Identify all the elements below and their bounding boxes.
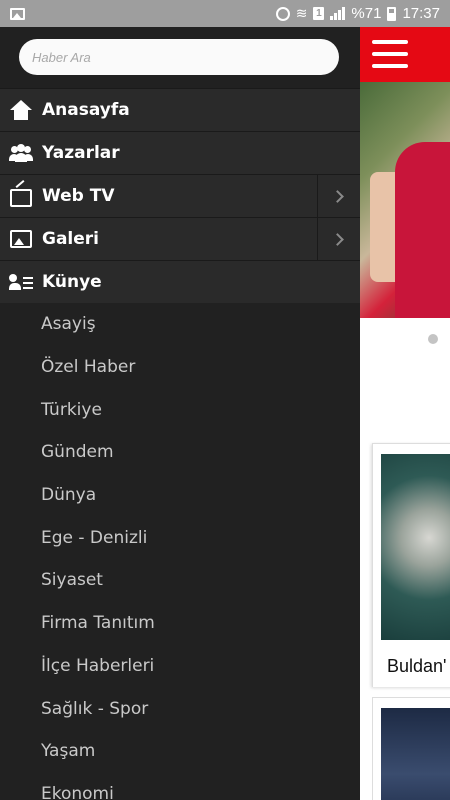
category-item-dunya[interactable]: Dünya [0, 474, 360, 517]
signal-icon [330, 7, 346, 20]
battery-icon [387, 6, 397, 21]
category-item-ozel-haber[interactable]: Özel Haber [0, 346, 360, 389]
search-input[interactable] [19, 39, 339, 75]
gallery-icon [10, 230, 32, 248]
tv-icon [10, 189, 32, 207]
expand-galeri-button[interactable] [317, 218, 360, 260]
hamburger-menu-icon[interactable] [372, 40, 408, 68]
app-header [360, 27, 450, 82]
headline-slider-image[interactable] [360, 82, 450, 318]
news-card-image [381, 454, 450, 640]
menu-item-web-tv[interactable]: Web TV [0, 174, 360, 217]
expand-web-tv-button[interactable] [317, 175, 360, 217]
contact-card-icon [9, 273, 33, 291]
battery-percent: %71 [351, 5, 382, 22]
image-notification-icon [10, 7, 25, 20]
category-item-gundem[interactable]: Gündem [0, 431, 360, 474]
users-icon [9, 144, 33, 162]
menu-item-kunye[interactable]: Künye [0, 260, 360, 303]
home-icon [10, 100, 32, 120]
menu-item-galeri[interactable]: Galeri [0, 217, 360, 260]
category-item-asayis[interactable]: Asayiş [0, 303, 360, 346]
alarm-icon [275, 6, 290, 21]
menu-item-yazarlar[interactable]: Yazarlar [0, 131, 360, 174]
menu-item-label: Anasayfa [42, 100, 130, 120]
navigation-drawer: Anasayfa Yazarlar Web TV Galeri Künye As… [0, 27, 360, 800]
category-item-turkiye[interactable]: Türkiye [0, 388, 360, 431]
category-item-ege-denizli[interactable]: Ege - Denizli [0, 516, 360, 559]
category-item-saglik-spor[interactable]: Sağlık - Spor [0, 687, 360, 730]
main-content: Buldan' [360, 27, 450, 800]
search-bar [0, 27, 360, 88]
menu-item-label: Web TV [42, 186, 115, 206]
category-item-ekonomi[interactable]: Ekonomi [0, 773, 360, 800]
clock: 17:37 [402, 5, 440, 22]
menu-item-label: Künye [42, 272, 102, 292]
status-bar: ≋ 1 %71 17:37 [0, 0, 450, 27]
category-item-yasam[interactable]: Yaşam [0, 730, 360, 773]
category-item-firma-tanitim[interactable]: Firma Tanıtım [0, 602, 360, 645]
category-item-ilce-haberleri[interactable]: İlçe Haberleri [0, 645, 360, 688]
sim-icon: 1 [313, 7, 325, 20]
category-item-siyaset[interactable]: Siyaset [0, 559, 360, 602]
chevron-right-icon [330, 232, 344, 246]
menu-item-label: Yazarlar [42, 143, 120, 163]
wifi-icon: ≋ [295, 5, 308, 21]
news-card[interactable] [372, 697, 450, 800]
news-card-title: Buldan' [387, 656, 447, 676]
news-card[interactable]: Buldan' [372, 443, 450, 687]
menu-item-label: Galeri [42, 229, 99, 249]
menu-item-anasayfa[interactable]: Anasayfa [0, 88, 360, 131]
news-card-image [381, 708, 450, 800]
slider-dot[interactable] [428, 334, 438, 344]
slider-indicator [360, 318, 450, 368]
chevron-right-icon [330, 189, 344, 203]
